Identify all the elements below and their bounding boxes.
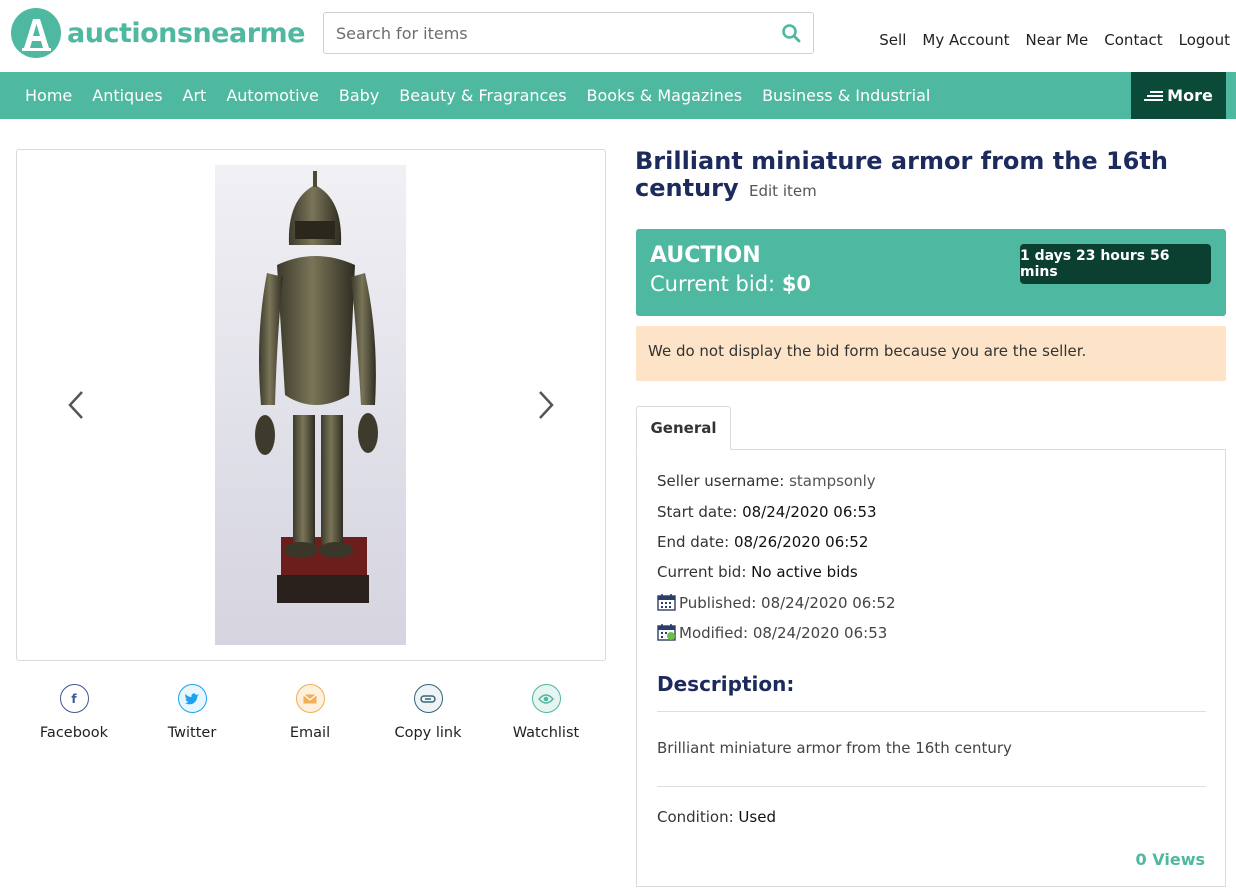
site-header: auctionsnearme Sell My Account Near Me C… (0, 0, 1236, 72)
current-bid-label: Current bid: (650, 272, 776, 296)
start-date-label: Start date: (657, 503, 738, 521)
site-logo[interactable]: auctionsnearme (11, 8, 305, 58)
copy-link-button[interactable]: Copy link (378, 684, 478, 741)
nav-item-art[interactable]: Art (173, 86, 217, 105)
edit-item-link[interactable]: Edit item (749, 182, 817, 200)
end-date-row: End date: 08/26/2020 06:52 (657, 533, 868, 551)
countdown-badge: 1 days 23 hours 56 mins (1020, 244, 1211, 284)
search-button[interactable] (769, 13, 813, 53)
modified-text: Modified: 08/24/2020 06:53 (679, 624, 888, 642)
start-date-value: 08/24/2020 06:53 (742, 503, 877, 521)
item-title-text: Brilliant miniature armor from the 16th … (635, 147, 1168, 202)
share-twitter-button[interactable]: Twitter (142, 684, 242, 741)
calendar-edit-icon (657, 624, 676, 641)
chevron-left-icon (68, 391, 83, 419)
share-facebook-label: Facebook (39, 725, 109, 741)
logo-text: auctionsnearme (67, 17, 305, 49)
chevron-right-icon (539, 391, 554, 419)
divider (657, 711, 1206, 712)
contact-link[interactable]: Contact (1104, 31, 1162, 49)
logo-badge-icon (11, 8, 61, 58)
nav-item-books[interactable]: Books & Magazines (577, 86, 753, 105)
email-icon (295, 684, 325, 713)
published-row: Published: 08/24/2020 06:52 (657, 593, 896, 612)
search-bar (323, 12, 814, 54)
facebook-icon: f (59, 684, 89, 713)
prev-image-button[interactable] (61, 385, 91, 425)
share-email-button[interactable]: Email (260, 684, 360, 741)
category-nav: Home Antiques Art Automotive Baby Beauty… (0, 72, 1236, 119)
current-bid-row: Current bid: No active bids (657, 563, 858, 581)
current-bid-detail-value: No active bids (751, 563, 858, 581)
my-account-link[interactable]: My Account (922, 31, 1009, 49)
top-links: Sell My Account Near Me Contact Logout (863, 31, 1230, 49)
next-image-button[interactable] (531, 385, 561, 425)
share-facebook-button[interactable]: f Facebook (24, 684, 124, 741)
bid-panel: AUCTION Current bid: $0 1 days 23 hours … (636, 229, 1226, 316)
nav-item-home[interactable]: Home (15, 86, 82, 105)
seller-username-link[interactable]: stampsonly (789, 472, 876, 490)
copy-link-label: Copy link (394, 725, 462, 741)
details-panel: Seller username: stampsonly Start date: … (636, 449, 1226, 887)
near-me-link[interactable]: Near Me (1026, 31, 1089, 49)
search-input[interactable] (324, 13, 769, 53)
current-bid-detail-label: Current bid: (657, 563, 747, 581)
armor-image (215, 165, 406, 645)
nav-item-beauty[interactable]: Beauty & Fragrances (389, 86, 576, 105)
seller-row: Seller username: stampsonly (657, 472, 876, 490)
start-date-row: Start date: 08/24/2020 06:53 (657, 503, 877, 521)
description-text: Brilliant miniature armor from the 16th … (657, 739, 1012, 757)
share-email-label: Email (289, 725, 331, 741)
logout-link[interactable]: Logout (1179, 31, 1230, 49)
twitter-icon (177, 684, 207, 713)
divider (657, 786, 1206, 787)
image-gallery (16, 149, 606, 661)
nav-item-antiques[interactable]: Antiques (82, 86, 172, 105)
current-bid-value: $0 (781, 272, 812, 296)
published-text: Published: 08/24/2020 06:52 (679, 594, 896, 612)
tab-general[interactable]: General (636, 406, 731, 450)
item-photo[interactable] (215, 165, 406, 645)
seller-notice: We do not display the bid form because y… (636, 326, 1226, 381)
current-bid: Current bid: $0 (650, 272, 811, 296)
sell-link[interactable]: Sell (879, 31, 906, 49)
condition-value: Used (738, 808, 776, 826)
seller-label: Seller username: (657, 472, 785, 490)
condition-label: Condition: (657, 808, 734, 826)
nav-item-baby[interactable]: Baby (329, 86, 389, 105)
description-heading: Description: (657, 672, 795, 696)
more-menu-button[interactable]: More (1131, 72, 1226, 119)
nav-item-business[interactable]: Business & Industrial (752, 86, 940, 105)
end-date-value: 08/26/2020 06:52 (733, 533, 869, 551)
menu-icon (1144, 90, 1164, 102)
calendar-icon (657, 594, 676, 611)
watchlist-button[interactable]: Watchlist (496, 684, 596, 741)
listing-type: AUCTION (650, 243, 761, 268)
link-icon (413, 684, 443, 713)
modified-row: Modified: 08/24/2020 06:53 (657, 623, 887, 642)
nav-item-automotive[interactable]: Automotive (216, 86, 329, 105)
more-label: More (1167, 86, 1213, 105)
eye-icon (531, 684, 561, 713)
item-title: Brilliant miniature armor from the 16th … (635, 148, 1225, 205)
condition-row: Condition: Used (657, 808, 776, 826)
end-date-label: End date: (657, 533, 730, 551)
share-actions: f Facebook Twitter Email Copy link Watch… (16, 684, 606, 744)
share-twitter-label: Twitter (167, 725, 217, 741)
watchlist-label: Watchlist (512, 725, 580, 741)
views-count: 0 Views (1135, 850, 1205, 869)
search-icon (782, 24, 801, 43)
